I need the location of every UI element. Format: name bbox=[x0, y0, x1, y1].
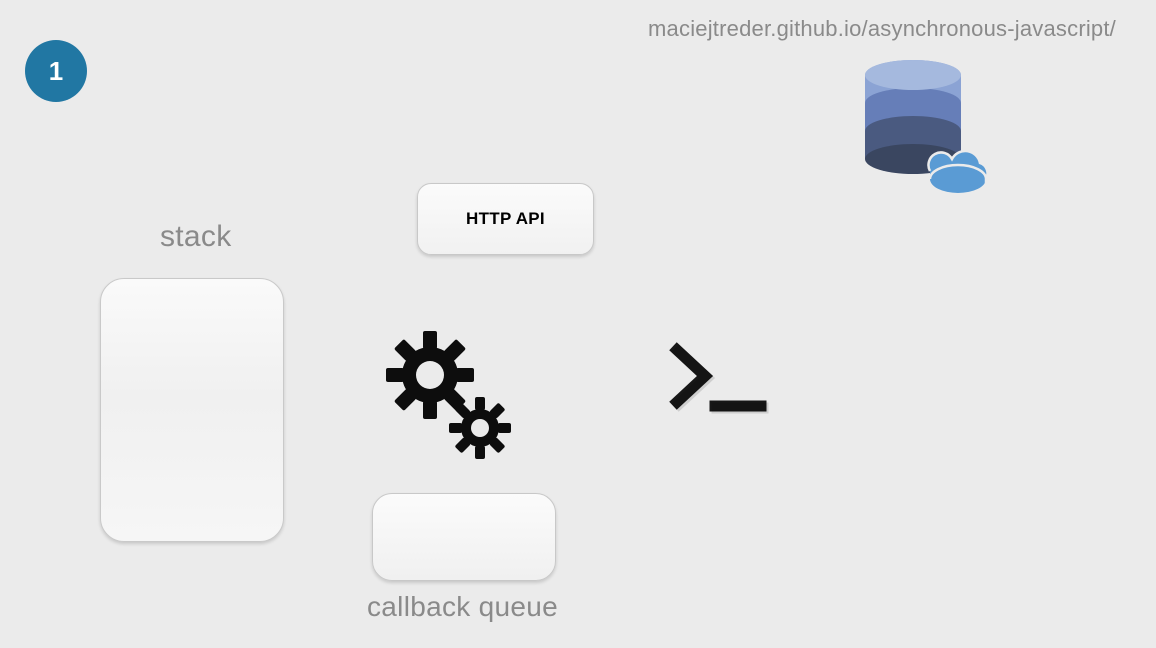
terminal-prompt-icon bbox=[665, 338, 775, 428]
header-url: maciejtreder.github.io/asynchronous-java… bbox=[648, 16, 1116, 42]
database-cloud-icon bbox=[858, 55, 988, 195]
callback-queue-container bbox=[372, 493, 556, 581]
step-number: 1 bbox=[49, 56, 63, 87]
callback-queue-label: callback queue bbox=[367, 591, 558, 623]
http-api-label: HTTP API bbox=[466, 209, 545, 229]
stack-label: stack bbox=[160, 220, 232, 254]
step-number-badge: 1 bbox=[25, 40, 87, 102]
gears-icon bbox=[385, 320, 515, 460]
stack-container bbox=[100, 278, 284, 542]
http-api-box: HTTP API bbox=[417, 183, 594, 255]
